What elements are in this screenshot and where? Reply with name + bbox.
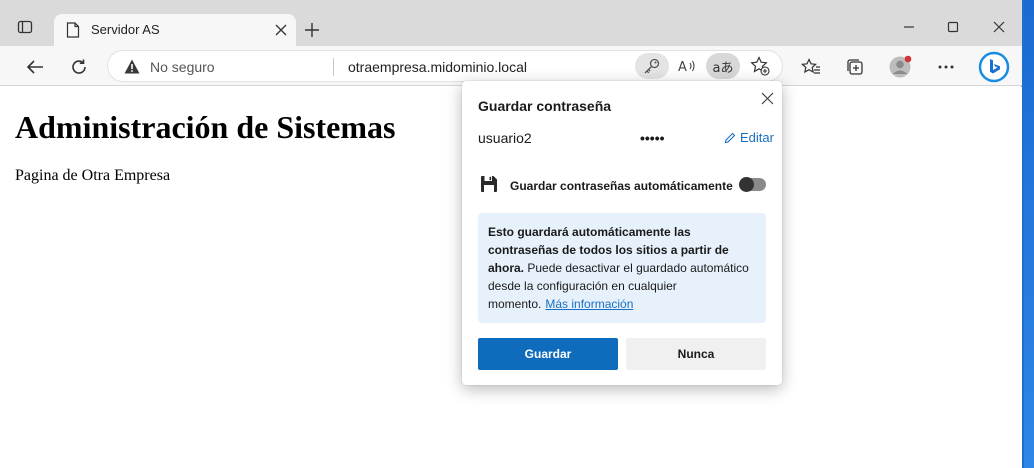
avatar xyxy=(889,55,912,78)
password-value: ••••• xyxy=(640,130,665,146)
desktop-background xyxy=(1024,0,1034,468)
address-bar[interactable]: No seguro otraempresa.midominio.local A … xyxy=(107,50,783,82)
more-info-link[interactable]: Más información xyxy=(545,297,633,311)
bing-copilot-button[interactable] xyxy=(977,50,1011,84)
maximize-button[interactable] xyxy=(940,14,966,40)
floppy-disk-icon xyxy=(481,176,497,192)
close-icon xyxy=(993,21,1005,33)
profile-button[interactable] xyxy=(886,53,914,81)
more-dots-icon xyxy=(938,65,954,69)
close-icon xyxy=(275,24,287,36)
edit-label: Editar xyxy=(740,130,774,145)
not-secure-label[interactable]: No seguro xyxy=(150,59,215,75)
info-message-box: Esto guardará automáticamente las contra… xyxy=(478,213,766,323)
tab-strip: Servidor AS xyxy=(0,0,1022,46)
add-favorite-button[interactable] xyxy=(743,53,777,79)
maximize-icon xyxy=(947,21,959,33)
collections-icon xyxy=(847,59,863,75)
auto-save-toggle[interactable] xyxy=(739,177,766,192)
tab-servidor-as[interactable]: Servidor AS xyxy=(54,14,296,46)
close-window-button[interactable] xyxy=(986,14,1012,40)
navigation-toolbar: No seguro otraempresa.midominio.local A … xyxy=(0,46,1022,86)
dialog-close-button[interactable] xyxy=(756,87,778,109)
back-button[interactable] xyxy=(21,53,49,81)
tab-close-button[interactable] xyxy=(270,19,292,41)
refresh-icon xyxy=(72,59,86,74)
tab-actions-icon xyxy=(17,20,33,34)
plus-icon xyxy=(305,23,319,37)
warning-icon xyxy=(124,59,140,74)
new-tab-button[interactable] xyxy=(300,18,324,42)
close-icon xyxy=(761,92,773,104)
auto-save-label: Guardar contraseñas automáticamente xyxy=(510,179,733,193)
page-favicon-icon xyxy=(66,22,80,38)
url-text[interactable]: otraempresa.midominio.local xyxy=(348,59,527,75)
pencil-icon xyxy=(724,132,736,143)
never-button[interactable]: Nunca xyxy=(626,338,766,370)
page-title: Administración de Sistemas xyxy=(15,109,396,145)
toggle-knob xyxy=(739,177,754,192)
read-aloud-icon: A xyxy=(678,60,695,74)
username-value: usuario2 xyxy=(478,130,532,146)
omnibox-divider xyxy=(333,58,334,76)
translate-button[interactable]: aあ xyxy=(706,53,740,79)
minimize-icon xyxy=(904,26,914,28)
bing-icon xyxy=(978,51,1010,83)
page-paragraph: Pagina de Otra Empresa xyxy=(15,167,171,184)
refresh-button[interactable] xyxy=(65,53,93,81)
read-aloud-button[interactable]: A xyxy=(671,53,705,79)
key-icon xyxy=(644,58,660,74)
save-password-dialog: Guardar contraseña usuario2 ••••• Editar… xyxy=(462,81,782,385)
svg-text:A: A xyxy=(678,60,687,74)
collections-button[interactable] xyxy=(841,53,869,81)
star-add-icon xyxy=(750,56,770,76)
favorites-button[interactable] xyxy=(797,53,825,81)
back-arrow-icon xyxy=(26,60,43,74)
edit-credentials-link[interactable]: Editar xyxy=(724,130,780,145)
translate-icon: aあ xyxy=(712,60,734,76)
notification-dot xyxy=(904,55,912,63)
password-key-button[interactable] xyxy=(635,53,669,79)
settings-more-button[interactable] xyxy=(932,53,960,81)
browser-window: Servidor AS No seguro otraempresa.midomi… xyxy=(0,0,1022,468)
save-button[interactable]: Guardar xyxy=(478,338,618,370)
minimize-button[interactable] xyxy=(896,14,922,40)
tab-actions-menu-button[interactable] xyxy=(14,16,36,38)
dialog-title: Guardar contraseña xyxy=(478,98,612,114)
tab-title: Servidor AS xyxy=(91,22,160,37)
favorites-icon xyxy=(801,58,820,74)
